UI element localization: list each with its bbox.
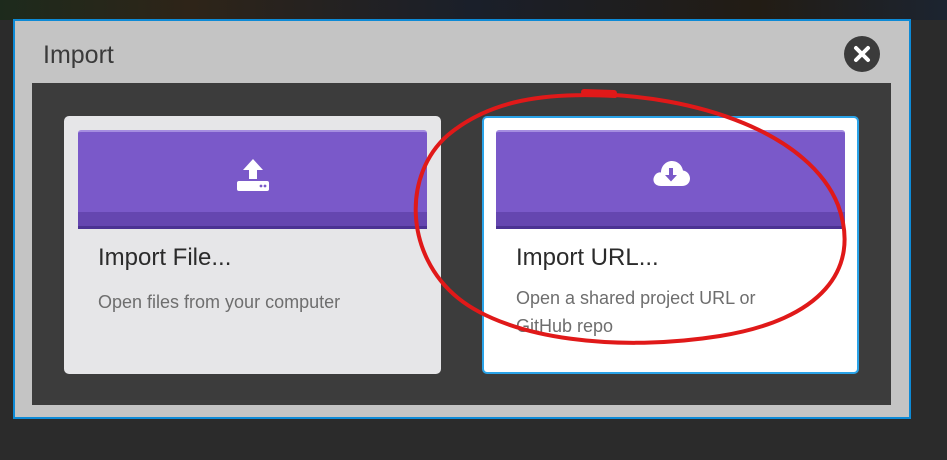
upload-icon [236, 159, 269, 191]
close-button[interactable] [844, 36, 880, 72]
background-strip [0, 0, 947, 20]
import-url-banner [496, 130, 845, 226]
import-file-description: Open files from your computer [98, 292, 341, 312]
import-file-title: Import File... [98, 244, 232, 271]
cloud-download-icon [652, 161, 690, 186]
import-file-banner [78, 130, 427, 226]
dialog-body: Import File... Open files from your comp… [32, 83, 891, 405]
import-url-card[interactable]: Import URL... Open a shared project URL … [482, 116, 859, 374]
import-url-description: Open a shared project URL or GitHub repo [516, 288, 756, 336]
close-icon [854, 46, 870, 62]
import-file-card[interactable]: Import File... Open files from your comp… [64, 116, 441, 374]
import-dialog: Import Import File... Open files from yo… [13, 19, 911, 419]
dialog-title: Import [43, 41, 114, 69]
dialog-header: Import [15, 21, 909, 83]
import-url-title: Import URL... [516, 244, 659, 271]
